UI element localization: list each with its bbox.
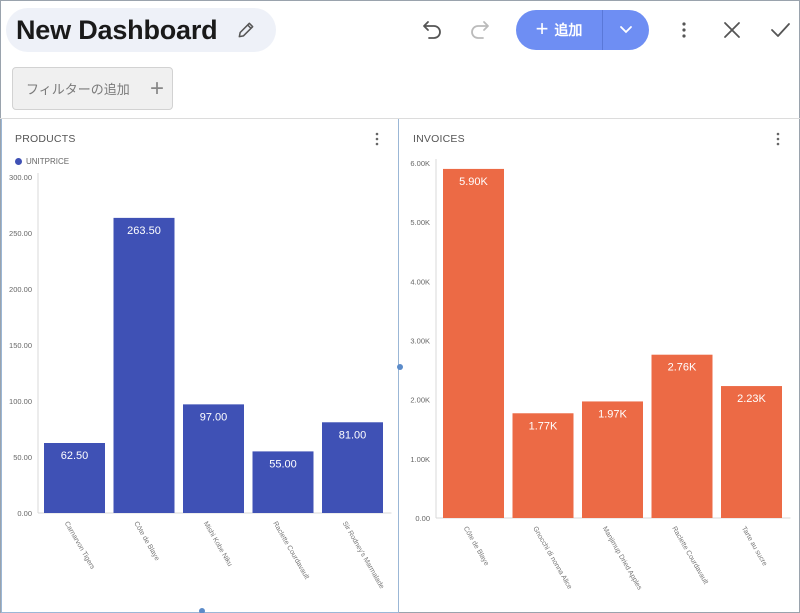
x-category-label: Côte de Blaye [132,521,160,563]
plus-icon: + [149,75,164,102]
x-category-label: Raclette Courdavault [271,521,310,581]
add-dropdown-button[interactable] [603,10,649,50]
edit-pencil-icon[interactable] [236,20,256,40]
y-tick-label: 5.00K [410,218,430,227]
data-label: 2.76K [668,362,697,374]
redo-icon[interactable] [468,18,492,42]
y-tick-label: 3.00K [410,337,430,346]
y-tick-label: 6.00K [410,159,430,168]
data-label: 5.90K [459,176,488,188]
dashboard-title: New Dashboard [16,14,218,45]
x-category-label: Gnocchi di nonna Alice [531,526,573,591]
add-filter-button[interactable]: フィルターの追加 + [12,67,173,110]
y-tick-label: 100.00 [9,397,32,406]
bar [651,354,713,518]
undo-icon[interactable] [420,18,444,42]
y-tick-label: 0.00 [415,514,430,523]
x-category-label: Tarte au sucre [740,526,768,568]
x-category-label: Carnarvon Tigers [63,521,96,571]
y-tick-label: 2.00K [410,396,430,405]
y-tick-label: 50.00 [13,453,32,462]
resize-handle[interactable] [199,608,205,613]
data-label: 55.00 [269,458,297,470]
y-tick-label: 200.00 [9,285,32,294]
x-category-label: Manjimup Dried Apples [601,526,643,592]
bar [443,168,504,518]
check-icon[interactable] [768,18,792,42]
close-icon[interactable] [720,18,744,42]
data-label: 62.50 [61,450,89,462]
data-label: 1.97K [598,408,627,420]
add-filter-label: フィルターの追加 [26,82,130,97]
add-label: 追加 [554,22,583,38]
y-tick-label: 150.00 [9,341,32,350]
y-tick-label: 250.00 [9,229,32,238]
products-bar-chart: 0.00 50.00 100.00 150.00 200.00 250.00 300.00 6… [9,173,392,591]
bar [721,386,782,518]
data-label: 2.23K [737,393,766,405]
x-category-label: Sir Rodney's Marmalade [341,521,385,591]
y-tick-label: 1.00K [410,455,430,464]
y-tick-label: 300.00 [9,173,32,182]
data-label: 81.00 [339,429,367,441]
more-vert-icon[interactable] [672,18,696,42]
data-label: 97.00 [200,411,228,423]
data-label: 1.77K [529,420,558,432]
plus-icon: + [535,16,549,41]
y-tick-label: 0.00 [17,509,32,518]
y-tick-label: 4.00K [410,277,430,286]
invoices-bar-chart: 0.00 1.00K 2.00K 3.00K 4.00K 5.00K 6.00K 5.90K C… [410,159,791,592]
invoices-widget[interactable]: INVOICES 0.00 1.00K 2.00K 3.00K 4.00K 5.00K 6.… [400,119,799,613]
add-button-group: + 追加 [516,10,649,50]
x-category-label: Raclette Courdavault [670,526,709,586]
x-category-label: Mishi Kobe Niku [202,521,233,568]
chevron-down-icon [620,26,632,34]
add-button[interactable]: + 追加 [516,10,602,50]
dashboard-title-field[interactable]: New Dashboard [6,8,276,52]
x-category-label: Côte de Blaye [462,526,490,568]
data-label: 263.50 [127,225,161,237]
products-widget[interactable]: PRODUCTS UNITPRICE 0.00 50.00 100.00 150.00… [1,119,403,613]
bar [113,217,175,513]
